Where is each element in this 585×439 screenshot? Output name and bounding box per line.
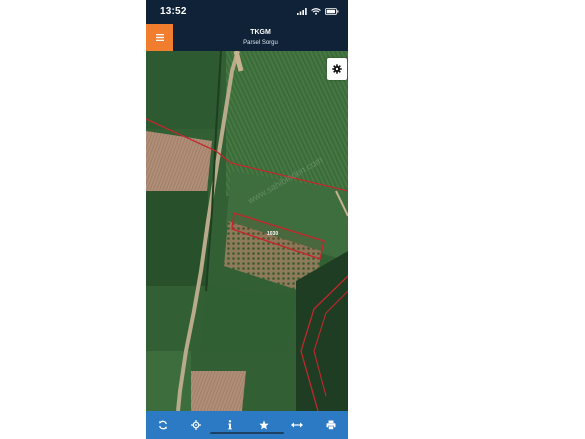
app-subtitle: Parsel Sorgu bbox=[243, 40, 278, 46]
satellite-map[interactable] bbox=[146, 51, 348, 411]
print-icon bbox=[326, 420, 336, 430]
star-icon bbox=[259, 420, 269, 430]
signal-icon bbox=[297, 8, 307, 15]
app-header: TKGM Parsel Sorgu bbox=[146, 24, 348, 51]
refresh-icon bbox=[158, 420, 167, 430]
print-button[interactable] bbox=[319, 413, 343, 437]
gear-icon bbox=[332, 64, 342, 74]
measure-button[interactable] bbox=[285, 413, 309, 437]
measure-icon bbox=[291, 422, 304, 428]
field-south bbox=[201, 286, 296, 351]
hamburger-menu-icon bbox=[155, 34, 164, 41]
menu-button[interactable] bbox=[146, 24, 173, 51]
refresh-button[interactable] bbox=[151, 413, 175, 437]
plowed-field-south bbox=[191, 371, 246, 411]
bottom-toolbar bbox=[146, 411, 348, 439]
phone-screen: 13:52 TKGM Parsel Sorgu www.sahibinden.c… bbox=[146, 0, 348, 439]
status-time: 13:52 bbox=[160, 6, 187, 17]
status-bar: 13:52 bbox=[146, 0, 348, 24]
locate-icon bbox=[191, 420, 202, 430]
home-indicator bbox=[210, 432, 284, 434]
info-icon bbox=[228, 420, 232, 430]
field-west bbox=[146, 191, 208, 286]
locate-button[interactable] bbox=[184, 413, 208, 437]
status-icons bbox=[297, 8, 339, 15]
settings-button[interactable] bbox=[327, 58, 347, 80]
app-title: TKGM bbox=[250, 29, 271, 36]
wifi-icon bbox=[311, 8, 321, 15]
battery-icon bbox=[325, 8, 339, 15]
header-titles: TKGM Parsel Sorgu bbox=[173, 28, 348, 48]
plowed-field bbox=[146, 131, 212, 201]
parcel-number-label: 1030 bbox=[267, 231, 279, 237]
map-imagery bbox=[146, 51, 348, 411]
field-northwest bbox=[146, 51, 221, 129]
